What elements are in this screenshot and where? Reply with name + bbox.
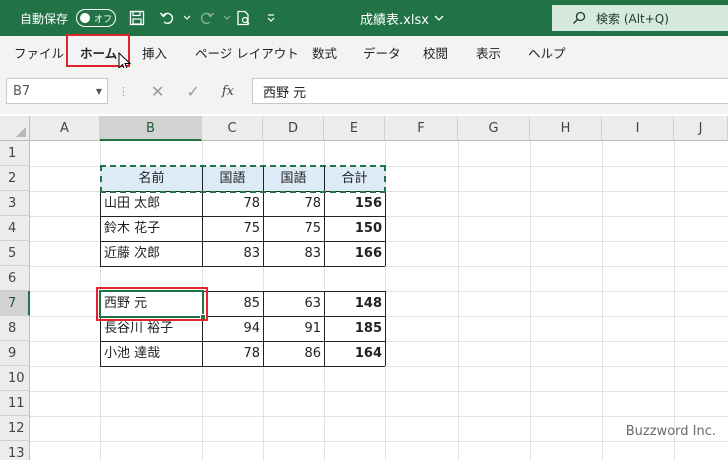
search-icon [573, 11, 586, 24]
column-header-g[interactable]: G [458, 116, 530, 141]
tab-file[interactable]: ファイル [14, 36, 64, 68]
column-header-i[interactable]: I [602, 116, 674, 141]
column-header-c[interactable]: C [202, 116, 263, 141]
title-chevron-down-icon [434, 15, 444, 21]
row-header-5[interactable]: 5 [0, 241, 30, 266]
table-cell[interactable]: 78 [202, 191, 263, 216]
row-header-6[interactable]: 6 [0, 266, 30, 291]
table-cell[interactable]: 小池 達哉 [101, 341, 202, 366]
table-cell[interactable]: 近藤 次郎 [101, 241, 202, 266]
row-header-4[interactable]: 4 [0, 216, 30, 241]
column-header-h[interactable]: H [530, 116, 602, 141]
title-bar: 自動保存 オフ 成績表.xlsx 検索 (Alt+Q) [0, 0, 728, 36]
watermark: Buzzword Inc. [625, 424, 716, 439]
table-cell[interactable]: 83 [202, 241, 263, 266]
save-icon[interactable] [126, 0, 148, 36]
table-cell[interactable]: 156 [324, 191, 385, 216]
table-cell[interactable]: 185 [324, 316, 385, 341]
name-box-dropdown-icon[interactable]: ▼ [96, 87, 102, 96]
cancel-icon[interactable]: ✕ [151, 82, 164, 101]
undo-icon[interactable] [156, 0, 178, 36]
select-all-corner[interactable] [0, 116, 30, 141]
document-title[interactable]: 成績表.xlsx [360, 0, 500, 36]
insert-function-icon[interactable]: fx [222, 84, 234, 99]
table-cell[interactable]: 75 [202, 216, 263, 241]
autosave-label: 自動保存 [20, 11, 69, 26]
table-cell[interactable]: 91 [263, 316, 324, 341]
table-cell[interactable]: 148 [324, 291, 385, 316]
formula-bar: B7 ▼ ⋮ ✕ ✓ fx 西野 元 [0, 68, 728, 114]
gridline [602, 141, 603, 460]
undo-dropdown-icon[interactable] [176, 0, 198, 36]
row-header-1[interactable]: 1 [0, 141, 30, 166]
column-header-d[interactable]: D [263, 116, 324, 141]
row-header-10[interactable]: 10 [0, 366, 30, 391]
column-header-f[interactable]: F [385, 116, 458, 141]
copy-marquee [100, 165, 386, 193]
tab-formulas[interactable]: 数式 [312, 36, 337, 68]
table-cell[interactable]: 164 [324, 341, 385, 366]
row-header-8[interactable]: 8 [0, 316, 30, 341]
row-header-13[interactable]: 13 [0, 441, 30, 460]
print-preview-icon[interactable] [232, 0, 254, 36]
cell-highlight-box [96, 287, 208, 321]
table-cell[interactable]: 78 [263, 191, 324, 216]
tab-help[interactable]: ヘルプ [528, 36, 566, 68]
table-cell[interactable]: 150 [324, 216, 385, 241]
gridline [458, 141, 459, 460]
row-header-7[interactable]: 7 [0, 291, 30, 316]
gridline [530, 141, 531, 460]
column-header-a[interactable]: A [30, 116, 100, 141]
tab-insert[interactable]: 挿入 [142, 36, 167, 68]
column-header-j[interactable]: J [674, 116, 728, 141]
formula-input-value: 西野 元 [263, 85, 307, 101]
tab-page-layout[interactable]: ページ レイアウト [195, 36, 299, 68]
formula-buttons: ⋮ ✕ ✓ fx [118, 78, 234, 104]
table-cell[interactable]: 75 [263, 216, 324, 241]
table-cell[interactable]: 166 [324, 241, 385, 266]
table-border [100, 266, 385, 267]
table-cell[interactable]: 94 [202, 316, 263, 341]
table-cell[interactable]: 63 [263, 291, 324, 316]
gridline [30, 391, 728, 392]
search-box[interactable]: 検索 (Alt+Q) [552, 5, 728, 31]
name-box-value: B7 [13, 83, 31, 99]
table-cell[interactable]: 山田 太郎 [101, 191, 202, 216]
name-box[interactable]: B7 ▼ [6, 78, 108, 104]
tab-data[interactable]: データ [363, 36, 401, 68]
row-header-9[interactable]: 9 [0, 341, 30, 366]
gridline [674, 141, 675, 460]
table-cell[interactable]: 78 [202, 341, 263, 366]
gridline [30, 441, 728, 442]
search-placeholder: 検索 (Alt+Q) [596, 11, 669, 26]
row-header-2[interactable]: 2 [0, 166, 30, 191]
toggle-state-label: オフ [94, 14, 113, 25]
enter-icon[interactable]: ✓ [186, 82, 199, 101]
table-cell[interactable]: 83 [263, 241, 324, 266]
row-header-12[interactable]: 12 [0, 416, 30, 441]
table-border [385, 191, 386, 266]
table-cell[interactable]: 鈴木 花子 [101, 216, 202, 241]
autosave-toggle[interactable]: オフ [76, 9, 116, 27]
column-header-e[interactable]: E [324, 116, 385, 141]
row-header-3[interactable]: 3 [0, 191, 30, 216]
redo-icon[interactable] [196, 0, 218, 36]
document-title-text: 成績表.xlsx [360, 12, 429, 28]
spreadsheet-grid[interactable]: A B C D E F G H I J 1 2 3 4 5 6 7 8 9 10… [0, 116, 728, 460]
more-options-icon[interactable]: ⋮ [118, 85, 129, 98]
gridline [30, 416, 728, 417]
column-header-b[interactable]: B [100, 116, 202, 141]
tab-review[interactable]: 校閲 [423, 36, 448, 68]
table-cell[interactable]: 85 [202, 291, 263, 316]
row-header-11[interactable]: 11 [0, 391, 30, 416]
table-border [100, 366, 385, 367]
toggle-knob [80, 13, 90, 23]
table-cell[interactable]: 86 [263, 341, 324, 366]
tab-view[interactable]: 表示 [476, 36, 501, 68]
customize-qat-icon[interactable] [260, 0, 282, 36]
table-border [385, 291, 386, 366]
formula-input[interactable]: 西野 元 [252, 78, 728, 104]
